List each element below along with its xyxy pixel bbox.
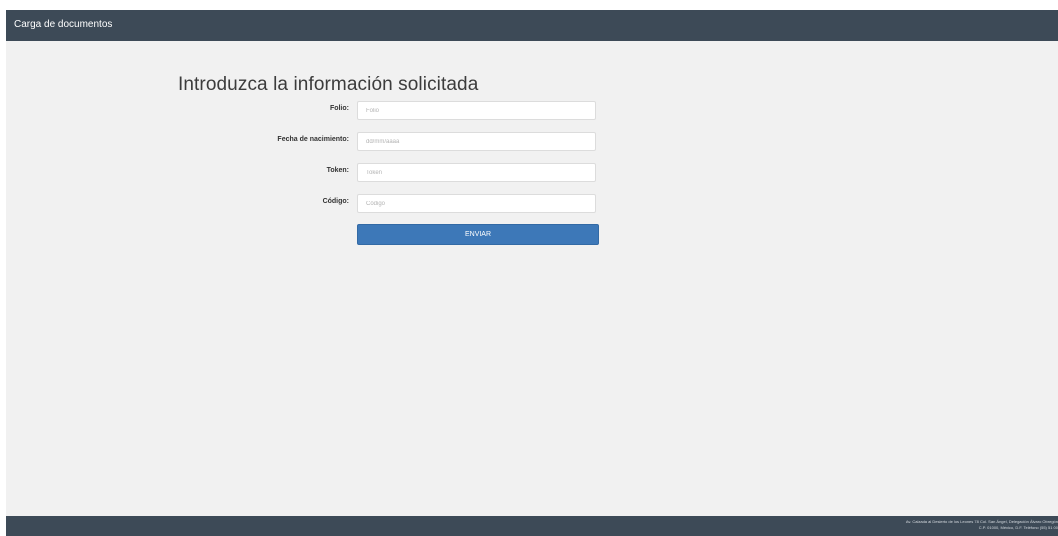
token-input[interactable]	[357, 163, 596, 182]
birthdate-input[interactable]	[357, 132, 596, 151]
code-label: Código:	[322, 198, 349, 205]
code-input[interactable]	[357, 194, 596, 213]
form-row-token: Token:	[6, 163, 1058, 184]
form-row-code: Código:	[6, 194, 1058, 215]
footer-address-line-2: C.P. 01000, México, D.F. Teléfono (55) 5…	[978, 525, 1058, 530]
submit-button[interactable]: ENVIAR	[357, 224, 599, 245]
page-frame: Carga de documentos Introduzca la inform…	[6, 10, 1058, 536]
token-label: Token:	[326, 167, 349, 174]
birthdate-label: Fecha de nacimiento:	[277, 136, 349, 143]
folio-label: Folio:	[329, 105, 349, 112]
form-heading: Introduzca la información solicitada	[178, 74, 479, 95]
top-navbar: Carga de documentos	[6, 10, 1058, 41]
footer-address: Av. Calzada al Desierto de los Leones 78…	[906, 519, 1058, 531]
navbar-brand[interactable]: Carga de documentos	[14, 18, 112, 32]
folio-input[interactable]	[357, 101, 596, 120]
form-row-birthdate: Fecha de nacimiento:	[6, 132, 1058, 153]
form-row-folio: Folio:	[6, 101, 1058, 122]
page-footer: Av. Calzada al Desierto de los Leones 78…	[6, 516, 1058, 536]
